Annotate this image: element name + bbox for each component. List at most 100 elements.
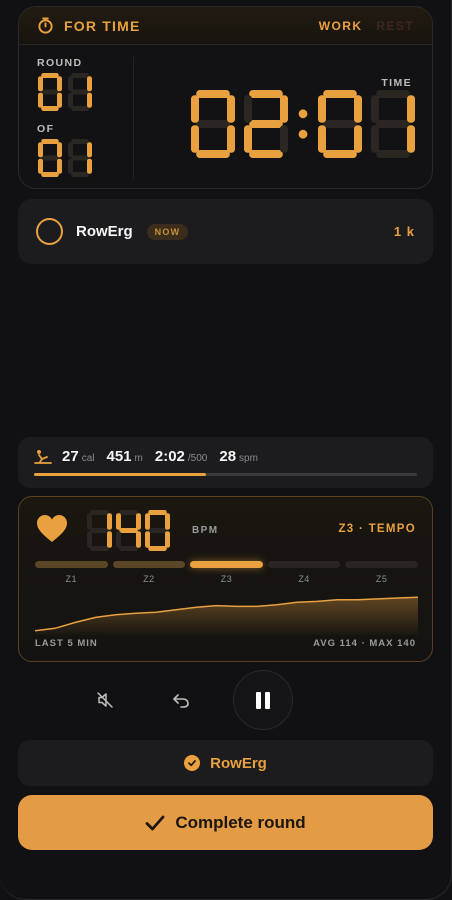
round-digit-segment xyxy=(41,89,59,95)
time-digit-segment xyxy=(318,95,326,123)
exercise-target: 1 k xyxy=(393,224,415,239)
round-digit-segment xyxy=(41,106,59,111)
timer-divider xyxy=(133,57,134,179)
time-digit-segment xyxy=(249,150,283,158)
of-digit-segment xyxy=(41,172,59,177)
time-digits xyxy=(191,90,415,158)
round-digit-segment xyxy=(71,106,89,111)
time-digit-segment xyxy=(354,125,362,153)
zone-bar xyxy=(112,561,186,568)
round-digit-segment xyxy=(41,73,59,78)
time-digit-segment xyxy=(191,95,199,123)
of-digit-segment xyxy=(38,142,43,158)
time-digit-segment xyxy=(318,125,326,153)
zone-bar xyxy=(190,561,263,568)
bpm-digit-segment xyxy=(107,531,112,548)
bpm-digit-segment xyxy=(87,531,92,548)
zone-name: Z1 xyxy=(65,574,78,584)
of-digit-segment xyxy=(71,155,89,161)
pause-button[interactable] xyxy=(233,670,293,730)
distance-progress-track xyxy=(34,473,417,476)
complete-round-button[interactable]: Complete round xyxy=(18,795,433,850)
bpm-digit-segment xyxy=(116,513,121,530)
bpm-digit-segment xyxy=(165,531,170,548)
time-digit-segment xyxy=(244,125,252,153)
time-digit-segment xyxy=(227,95,235,123)
timer-mode-label: FOR TIME xyxy=(64,17,141,34)
round-digit-segment xyxy=(57,92,62,108)
bpm-digit-segment xyxy=(136,531,141,548)
bpm-digit-segment xyxy=(119,528,138,533)
time-digit-segment xyxy=(323,120,357,128)
bpm-digit-segment xyxy=(107,513,112,530)
time-digit-segment xyxy=(249,90,283,98)
exercise-status-ring[interactable] xyxy=(36,218,63,245)
current-exercise-row[interactable]: RowErg NOW 1 k xyxy=(18,199,433,264)
heart-zone-label: Z3 · TEMPO xyxy=(338,523,416,535)
zone-name: Z4 xyxy=(298,574,310,584)
bpm-digit-segment xyxy=(145,513,150,530)
mode-tabs: WORK REST xyxy=(319,19,414,33)
time-digit-segment xyxy=(280,95,288,123)
zone-z2: Z2 xyxy=(112,561,186,584)
calories-value: 27 xyxy=(62,448,79,465)
round-digits xyxy=(38,73,92,111)
of-digit-segment xyxy=(68,158,73,174)
tab-rest[interactable]: REST xyxy=(376,19,414,33)
stopwatch-icon xyxy=(38,17,53,34)
time-digit-segment xyxy=(244,95,252,123)
undo-button[interactable] xyxy=(169,688,193,712)
zone-bar xyxy=(267,561,341,568)
undo-icon xyxy=(173,694,189,708)
zone-name: Z2 xyxy=(143,574,155,584)
round-label: ROUND xyxy=(37,57,83,69)
timer-card: FOR TIME WORK REST ROUND OF TIME xyxy=(18,6,433,189)
of-digit-segment xyxy=(71,139,89,144)
heart-rate-chart xyxy=(35,596,418,635)
time-digit-segment xyxy=(196,90,230,98)
bpm-digit-segment xyxy=(165,513,170,530)
tab-work[interactable]: WORK xyxy=(319,19,363,33)
meters-value: 451 xyxy=(106,448,132,465)
time-digit-segment xyxy=(354,95,362,123)
bpm-label: BPM xyxy=(192,525,219,536)
bpm-digit-segment xyxy=(136,513,141,530)
mute-button[interactable] xyxy=(93,688,117,712)
meters-unit: m xyxy=(134,453,143,464)
round-digit-segment xyxy=(71,89,89,95)
round-digit-segment xyxy=(68,76,73,92)
of-digit-segment xyxy=(87,142,92,158)
of-digit-segment xyxy=(87,158,92,174)
stats-row: 27 cal 451 m 2:02 /500 28 spm xyxy=(34,448,270,465)
bpm-digit-segment xyxy=(148,510,167,515)
completed-exercise-chip[interactable]: RowErg xyxy=(18,740,433,786)
heart-icon xyxy=(37,515,67,542)
time-digit-segment xyxy=(407,95,415,123)
of-label: OF xyxy=(37,123,55,135)
time-digit-segment xyxy=(371,125,379,153)
calories-unit: cal xyxy=(81,453,95,464)
heart-rate-area xyxy=(35,597,418,635)
of-digit-segment xyxy=(68,142,73,158)
time-label: TIME xyxy=(381,77,412,89)
of-digit-segment xyxy=(57,142,62,158)
stats-strip: 27 cal 451 m 2:02 /500 28 spm xyxy=(18,437,433,488)
of-digits xyxy=(38,139,92,177)
hr-summary: AVG 114 · MAX 140 xyxy=(313,638,416,649)
round-digit-segment xyxy=(38,76,43,92)
heart-rate-card: BPM Z3 · TEMPO Z1 Z2 Z3 Z4 Z5 LAST 5 MIN AVG… xyxy=(18,496,433,662)
zone-z4: Z4 xyxy=(267,561,341,584)
time-digit-segment xyxy=(323,150,357,158)
time-digit-segment xyxy=(407,125,415,153)
bpm-digit-segment xyxy=(87,513,92,530)
of-digit-segment xyxy=(41,155,59,161)
bpm-digit-segment xyxy=(116,531,121,548)
bpm-digit-segment xyxy=(119,546,138,551)
zone-z3: Z3 xyxy=(190,561,263,584)
pace-unit: /500 xyxy=(187,453,208,464)
time-digit-segment xyxy=(196,150,230,158)
zone-z1: Z1 xyxy=(35,561,108,584)
pace-value: 2:02 xyxy=(154,448,185,465)
checkmark-icon xyxy=(145,815,165,830)
time-digit-segment xyxy=(249,120,283,128)
